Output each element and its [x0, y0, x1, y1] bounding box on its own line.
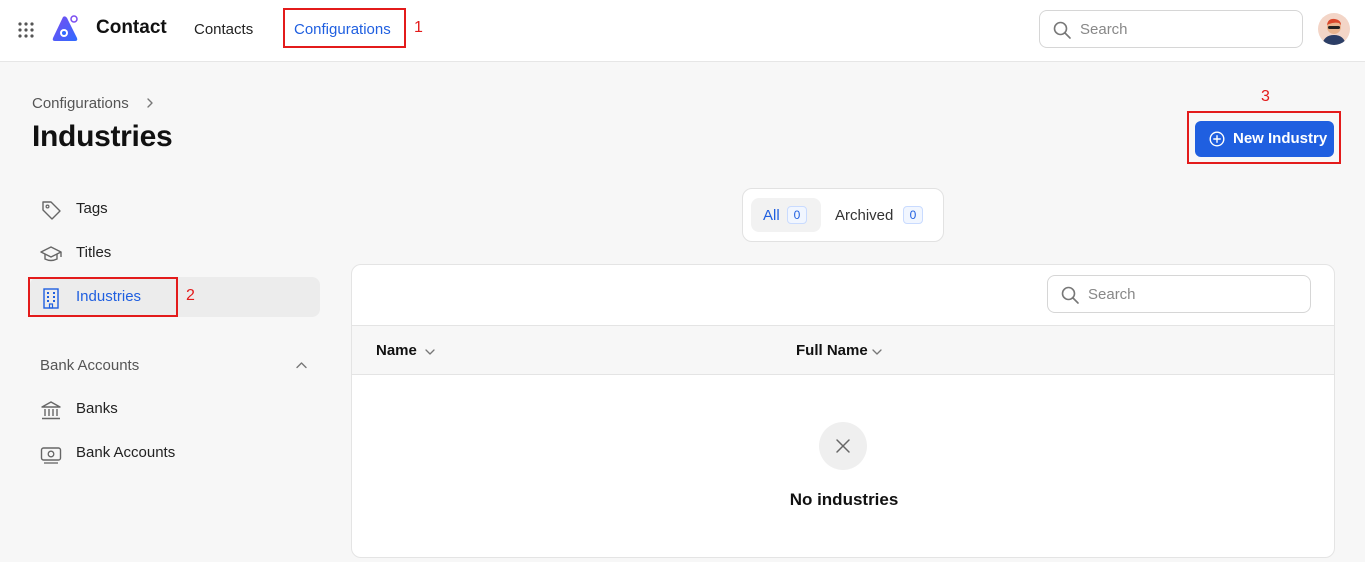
close-icon	[836, 439, 850, 453]
highlight-box-configurations	[283, 8, 406, 48]
page-title: Industries	[32, 120, 173, 153]
filter-tabs: All 0 Archived 0	[742, 188, 944, 242]
sidebar-item-label: Banks	[76, 400, 118, 417]
annotation-number-1: 1	[414, 19, 423, 36]
sidebar-section-bank-accounts[interactable]: Bank Accounts	[40, 357, 139, 374]
highlight-box-industries	[28, 277, 178, 317]
table-search-input[interactable]	[1088, 276, 1303, 312]
apps-grid-icon[interactable]	[17, 21, 35, 39]
graduation-cap-icon	[40, 246, 62, 262]
industries-table: Name Full Name No industries	[351, 264, 1335, 558]
chevron-right-icon	[147, 98, 153, 108]
tab-label: All	[763, 207, 780, 224]
chevron-up-icon[interactable]	[295, 359, 308, 372]
tab-label: Archived	[835, 207, 894, 224]
table-header: Name Full Name	[352, 325, 1334, 375]
tag-icon	[42, 201, 61, 220]
search-icon	[1053, 21, 1071, 39]
sidebar-item-banks[interactable]: Banks	[30, 389, 320, 429]
chevron-down-icon[interactable]	[424, 346, 436, 358]
sidebar-item-titles[interactable]: Titles	[30, 233, 320, 273]
column-header-full-name[interactable]: Full Name	[796, 342, 868, 359]
global-search[interactable]	[1039, 10, 1303, 48]
top-bar: Contact Contacts Configurations 1	[0, 0, 1365, 62]
nav-contacts[interactable]: Contacts	[194, 21, 253, 38]
annotation-number-2: 2	[186, 287, 195, 304]
chevron-down-icon[interactable]	[871, 346, 883, 358]
bank-icon	[41, 401, 61, 420]
count-badge: 0	[787, 206, 807, 224]
sidebar-item-label: Titles	[76, 244, 112, 261]
sidebar-item-bank-accounts[interactable]: Bank Accounts	[30, 433, 320, 473]
tab-archived[interactable]: Archived 0	[827, 198, 937, 232]
search-icon	[1061, 286, 1079, 304]
sidebar-item-label: Tags	[76, 200, 108, 217]
column-header-name[interactable]: Name	[376, 342, 417, 359]
app-title: Contact	[96, 17, 167, 38]
highlight-box-new-industry	[1187, 111, 1341, 164]
empty-state-icon-wrapper	[819, 422, 867, 470]
user-avatar[interactable]	[1318, 13, 1350, 45]
table-search[interactable]	[1047, 275, 1311, 313]
tab-all[interactable]: All 0	[751, 198, 821, 232]
annotation-number-3: 3	[1261, 88, 1270, 105]
sidebar-item-tags[interactable]: Tags	[30, 189, 320, 229]
global-search-input[interactable]	[1080, 11, 1295, 47]
sidebar-item-label: Bank Accounts	[76, 444, 176, 461]
banknote-icon	[40, 447, 62, 464]
empty-state-text: No industries	[789, 490, 899, 509]
app-logo-icon[interactable]	[50, 14, 80, 44]
breadcrumb[interactable]: Configurations	[32, 95, 129, 112]
count-badge: 0	[903, 206, 923, 224]
